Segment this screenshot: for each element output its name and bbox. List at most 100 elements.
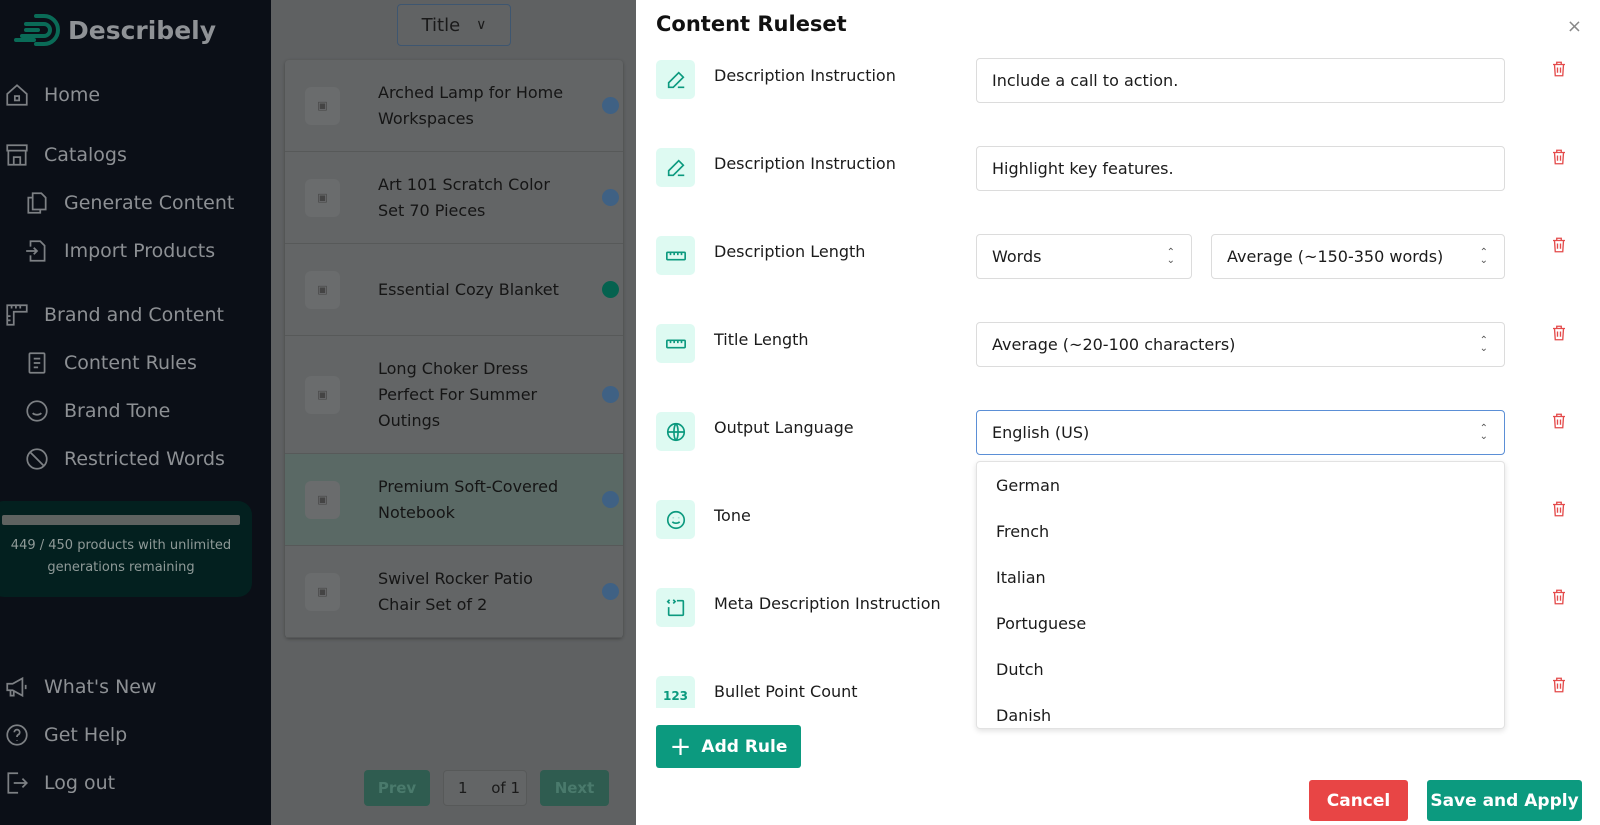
delete-icon[interactable] bbox=[1550, 60, 1570, 80]
chevron-updown-icon: ⌃ ⌄ bbox=[1479, 247, 1488, 266]
sidebar-item-restricted-words[interactable]: Restricted Words bbox=[24, 446, 225, 472]
product-list-item[interactable]: ▣ Swivel Rocker Patio Chair Set of 2 bbox=[285, 546, 623, 638]
home-icon bbox=[6, 84, 28, 106]
product-list-item[interactable]: ▣ Art 101 Scratch Color Set 70 Pieces bbox=[285, 152, 623, 244]
rule-label: Title Length bbox=[714, 330, 809, 349]
sidebar-item-generate-content[interactable]: Generate Content bbox=[24, 190, 234, 216]
language-option[interactable]: Danish bbox=[977, 692, 1504, 728]
status-dot bbox=[602, 97, 619, 114]
sidebar-item-get-help[interactable]: Get Help bbox=[4, 722, 127, 748]
chevron-down-icon: ∨ bbox=[476, 17, 487, 33]
product-list-item[interactable]: ▣ Premium Soft-Covered Notebook bbox=[285, 454, 623, 546]
product-name: Premium Soft-Covered Notebook bbox=[378, 476, 559, 522]
delete-icon[interactable] bbox=[1550, 236, 1570, 256]
rule-value: English (US) bbox=[992, 423, 1090, 442]
language-option[interactable]: Dutch bbox=[977, 646, 1504, 692]
usage-total: 450 bbox=[48, 538, 74, 553]
image-icon: ▣ bbox=[317, 283, 328, 296]
image-icon: ▣ bbox=[317, 493, 328, 506]
usage-used: 449 / bbox=[10, 538, 45, 553]
length-select[interactable]: Average (~150-350 words) ⌃ ⌄ bbox=[1211, 234, 1505, 279]
add-rule-button[interactable]: + Add Rule bbox=[656, 725, 801, 768]
product-list-item[interactable]: ▣ Arched Lamp for Home Workspaces bbox=[285, 60, 623, 152]
save-and-apply-button[interactable]: Save and Apply bbox=[1427, 780, 1582, 821]
sidebar-item-label: Home bbox=[44, 84, 101, 106]
rule-select[interactable]: Average (~20-100 characters) ⌃ ⌄ bbox=[976, 322, 1505, 367]
sidebar-item-label: Generate Content bbox=[64, 192, 235, 214]
rule-select[interactable]: English (US) ⌃ ⌄ bbox=[976, 410, 1505, 455]
rule-label: Description Instruction bbox=[714, 66, 896, 85]
cancel-button[interactable]: Cancel bbox=[1309, 780, 1408, 821]
rule-label: Meta Description Instruction bbox=[714, 594, 941, 613]
rule-row: Title Length Average (~20-100 characters)… bbox=[656, 322, 1576, 384]
rule-label: Tone bbox=[714, 506, 751, 525]
delete-icon[interactable] bbox=[1550, 588, 1570, 608]
rule-row: Description Instruction Include a call to… bbox=[656, 58, 1576, 120]
sidebar-item-brand-tone[interactable]: Brand Tone bbox=[24, 398, 170, 424]
product-thumbnail: ▣ bbox=[305, 572, 340, 611]
status-dot bbox=[602, 386, 619, 403]
sidebar-item-label: What's New bbox=[44, 676, 157, 698]
sort-dropdown[interactable]: Title ∨ bbox=[397, 4, 511, 46]
document-icon bbox=[28, 352, 46, 374]
sidebar-item-label: Content Rules bbox=[64, 352, 197, 374]
product-name: Long Choker Dress Perfect For Summer Out… bbox=[378, 358, 538, 430]
status-dot bbox=[602, 281, 619, 298]
image-icon: ▣ bbox=[317, 388, 328, 401]
code-box-icon bbox=[656, 588, 695, 627]
product-name: Art 101 Scratch Color Set 70 Pieces bbox=[378, 174, 550, 220]
image-icon: ▣ bbox=[317, 99, 328, 112]
product-list-item[interactable]: ▣ Long Choker Dress Perfect For Summer O… bbox=[285, 336, 623, 454]
product-list-item[interactable]: ▣ Essential Cozy Blanket bbox=[285, 244, 623, 336]
delete-icon[interactable] bbox=[1550, 148, 1570, 168]
language-option[interactable]: French bbox=[977, 508, 1504, 554]
sidebar-item-home[interactable]: Home bbox=[4, 82, 100, 108]
rule-label: Description Length bbox=[714, 242, 866, 261]
numbers-icon: 123 bbox=[656, 676, 695, 708]
sidebar-item-label: Brand Tone bbox=[64, 400, 171, 422]
delete-icon[interactable] bbox=[1550, 412, 1570, 432]
sidebar-item-log-out[interactable]: Log out bbox=[4, 770, 115, 796]
close-icon[interactable]: × bbox=[1567, 16, 1582, 37]
help-icon bbox=[6, 724, 28, 746]
page-input[interactable]: 1 of 1 bbox=[443, 770, 527, 806]
plus-icon: + bbox=[669, 731, 692, 762]
delete-icon[interactable] bbox=[1550, 500, 1570, 520]
page-total: of 1 bbox=[491, 779, 520, 797]
product-thumbnail: ▣ bbox=[305, 375, 340, 414]
product-thumbnail: ▣ bbox=[305, 178, 340, 217]
sidebar-item-brand-and-content[interactable]: Brand and Content bbox=[4, 302, 224, 328]
status-dot bbox=[602, 491, 619, 508]
rule-text-input[interactable]: Highlight key features. bbox=[976, 146, 1505, 191]
content-ruleset-panel: Content Ruleset × Description Instructio… bbox=[636, 0, 1600, 825]
sidebar: Describely Home Catalogs Generate Conten… bbox=[0, 0, 271, 825]
rule-unit: Words bbox=[992, 247, 1042, 266]
length-unit-select[interactable]: Words ⌃ ⌄ bbox=[976, 234, 1192, 279]
prev-button[interactable]: Prev bbox=[364, 770, 430, 806]
language-option[interactable]: Portuguese bbox=[977, 600, 1504, 646]
logo[interactable]: Describely bbox=[12, 12, 216, 48]
rule-text-input[interactable]: Include a call to action. bbox=[976, 58, 1505, 103]
delete-icon[interactable] bbox=[1550, 676, 1570, 696]
sort-label: Title bbox=[421, 14, 461, 36]
ruler-icon bbox=[656, 324, 695, 363]
product-name: Essential Cozy Blanket bbox=[378, 279, 559, 299]
logout-icon bbox=[7, 772, 28, 794]
chevron-updown-icon: ⌃ ⌄ bbox=[1166, 247, 1175, 266]
product-thumbnail: ▣ bbox=[305, 86, 340, 125]
product-name: Arched Lamp for Home Workspaces bbox=[378, 82, 564, 128]
sidebar-item-whats-new[interactable]: What's New bbox=[4, 674, 157, 700]
app-name: Describely bbox=[68, 15, 217, 45]
sidebar-item-content-rules[interactable]: Content Rules bbox=[24, 350, 197, 376]
rule-value: Highlight key features. bbox=[992, 159, 1174, 178]
language-option[interactable]: Italian bbox=[977, 554, 1504, 600]
pencil-icon bbox=[656, 60, 695, 99]
delete-icon[interactable] bbox=[1550, 324, 1570, 344]
import-icon bbox=[26, 240, 46, 262]
sidebar-item-import-products[interactable]: Import Products bbox=[24, 238, 215, 264]
language-dropdown-menu: German French Italian Portuguese Dutch Danish bbox=[976, 461, 1505, 729]
sidebar-item-catalogs[interactable]: Catalogs bbox=[4, 142, 127, 168]
usage-card: 449 / 450 products with unlimited genera… bbox=[0, 501, 252, 597]
language-option[interactable]: German bbox=[977, 462, 1504, 508]
next-button[interactable]: Next bbox=[540, 770, 609, 806]
